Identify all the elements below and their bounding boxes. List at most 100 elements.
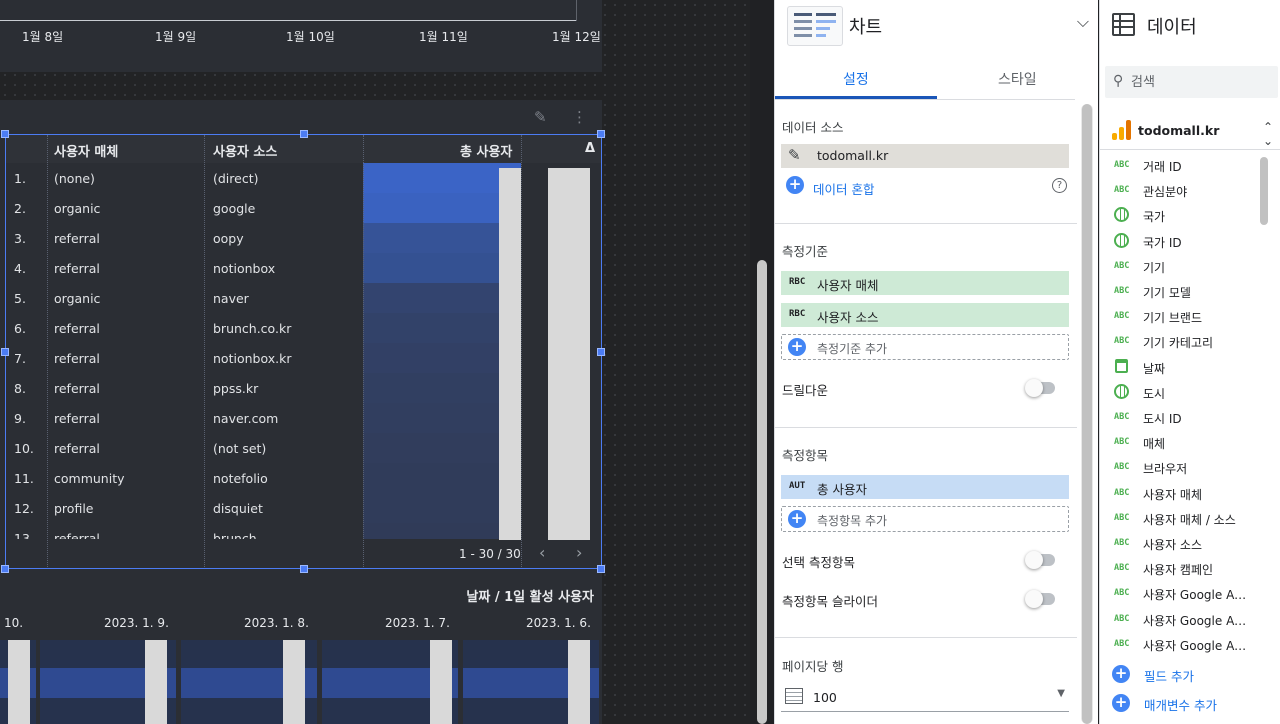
column-divider [363,135,364,569]
medium-cell: organic [54,291,101,306]
row-number: 10. [14,441,34,456]
field-item[interactable]: 날짜 [1100,355,1250,380]
field-item[interactable]: 국가 [1100,203,1250,228]
google-analytics-icon [1112,120,1132,140]
field-item[interactable]: ABC 도시 ID [1100,405,1250,430]
field-item[interactable]: ABC 기기 카테고리 [1100,329,1250,354]
field-name: 도시 [1143,386,1166,401]
more-vert-icon[interactable]: ⋮ [572,108,587,126]
tab-bar: 설정 스타일 [775,56,1075,100]
x-tick-label: 1월 11일 [419,30,468,44]
field-list-scrollbar[interactable] [1258,157,1270,657]
search-icon: ⚲ [1113,73,1124,89]
search-input[interactable] [1131,72,1271,92]
section-title: 페이지당 행 [782,659,844,674]
field-item[interactable]: ABC 사용자 Google Ad... [1100,607,1250,632]
pencil-icon[interactable]: ✎ [534,108,547,126]
field-item[interactable]: ABC 기기 브랜드 [1100,304,1250,329]
field-item[interactable]: ABC 사용자 매체 [1100,481,1250,506]
data-panel: 데이터 ⚲ todomall.kr ⌃⌄ ABC 거래 ID ABC 관심분야국가국가… [1099,0,1280,724]
x-axis-line [0,20,576,21]
x-tick-label: 2023. 1. 6. [526,616,591,630]
panel-title: 데이터 [1147,17,1197,38]
source-cell: google [213,201,256,216]
row-number: 5. [14,291,26,306]
source-cell: notefolio [213,471,268,486]
chevron-left-icon[interactable]: ‹ [539,543,545,562]
metric-chip-total-users[interactable]: AUT 총 사용자 [781,475,1069,499]
heatmap-cell [363,433,521,463]
source-cell: (not set) [213,441,267,456]
drilldown-label: 드릴다운 [782,383,829,398]
text-type-icon: ABC [1114,185,1130,196]
medium-cell: referral [54,531,100,539]
resize-handle[interactable] [300,130,308,138]
report-canvas[interactable]: 1월 8일 1월 9일 1월 10일 1월 11일 1월 12일 ✎ ⋮ 사용자… [0,0,750,724]
field-item[interactable]: ABC 사용자 캠페인 [1100,556,1250,581]
x-tick-label: 2023. 1. 7. [385,616,450,630]
canvas-scrollbar[interactable] [757,260,767,724]
chart-type-selector[interactable]: 차트 ⌵ [775,0,1099,50]
help-icon[interactable]: ? [1052,178,1067,193]
field-name: 사용자 Google Ad... [1143,588,1247,603]
add-dimension-button[interactable]: + 측정기준 추가 [781,334,1069,360]
optional-metrics-toggle[interactable] [1025,551,1055,569]
data-panel-header: 데이터 [1100,0,1280,50]
blend-data-link[interactable]: 데이터 혼합 [813,179,874,198]
collapse-icon[interactable]: ⌃ ⌄ [1263,120,1273,148]
metric-slider-toggle[interactable] [1025,590,1055,608]
properties-scrollbar[interactable] [1081,104,1093,724]
source-cell: oopy [213,231,244,246]
data-source-header[interactable]: todomall.kr ⌃ ⌄ [1100,112,1280,150]
rows-per-page-select[interactable]: 100 ▼ [781,684,1069,712]
field-item[interactable]: ABC 거래 ID [1100,153,1250,178]
field-item[interactable]: 국가 ID [1100,229,1250,254]
section-title: 측정항목 [782,448,829,463]
data-source-chip[interactable]: ✎ todomall.kr [781,144,1069,168]
field-item[interactable]: ABC 브라우저 [1100,455,1250,480]
drilldown-toggle[interactable] [1025,379,1055,397]
field-item[interactable]: ABC 사용자 Google Ad... [1100,632,1250,657]
column-divider [47,135,48,569]
text-type-icon: ABC [1114,437,1130,448]
resize-handle[interactable] [1,565,9,573]
add-metric-button[interactable]: + 측정항목 추가 [781,506,1069,532]
row-number: 6. [14,321,26,336]
resize-handle[interactable] [597,565,605,573]
field-item[interactable]: ABC 매체 [1100,430,1250,455]
chevron-right-icon[interactable]: › [576,543,582,562]
x-tick-label: 2023. 1. 8. [244,616,309,630]
resize-handle[interactable] [597,348,605,356]
chevron-down-icon[interactable]: ⌵ [1077,12,1089,32]
pencil-icon[interactable]: ✎ [788,146,801,164]
x-tick-label: 1월 10일 [286,30,335,44]
field-name: 거래 ID [1143,160,1182,174]
field-item[interactable]: ABC 사용자 매체 / 소스 [1100,506,1250,531]
field-item[interactable]: ABC 사용자 소스 [1100,531,1250,556]
medium-cell: referral [54,411,100,426]
chart-toolbar: ✎ ⋮ [0,100,602,134]
dimension-chip-source[interactable]: RBC 사용자 소스 [781,303,1069,327]
time-series-chart[interactable]: 1월 8일 1월 9일 1월 10일 1월 11일 1월 12일 [0,0,602,72]
field-item[interactable]: ABC 관심분야 [1100,178,1250,203]
add-icon[interactable]: + [786,176,804,194]
field-search[interactable]: ⚲ [1105,66,1278,98]
text-type-icon: ABC [1114,588,1130,599]
field-name: 사용자 캠페인 [1143,563,1214,578]
field-item[interactable]: ABC 기기 모델 [1100,279,1250,304]
resize-handle[interactable] [300,565,308,573]
text-type-icon: ABC [1114,311,1130,322]
dimension-chip-medium[interactable]: RBC 사용자 매체 [781,271,1069,295]
tab-style[interactable]: 스타일 [998,69,1037,89]
field-item[interactable]: ABC 사용자 Google Ad... [1100,581,1250,606]
resize-handle[interactable] [597,130,605,138]
resize-handle[interactable] [1,130,9,138]
daily-active-users-chart[interactable]: 날짜 / 1일 활성 사용자 10. 2023. 1. 9. 2023. 1. … [0,580,602,724]
table-chart-container[interactable]: ✎ ⋮ 사용자 매체 사용자 소스 총 사용자 Δ 1. (none) (direc… [0,100,602,580]
field-item[interactable]: ABC 기기 [1100,254,1250,279]
calendar-icon [1115,358,1128,373]
field-item[interactable]: 도시 [1100,380,1250,405]
tab-setup[interactable]: 설정 [843,69,869,89]
axis-tickmark [576,0,577,21]
resize-handle[interactable] [1,348,9,356]
